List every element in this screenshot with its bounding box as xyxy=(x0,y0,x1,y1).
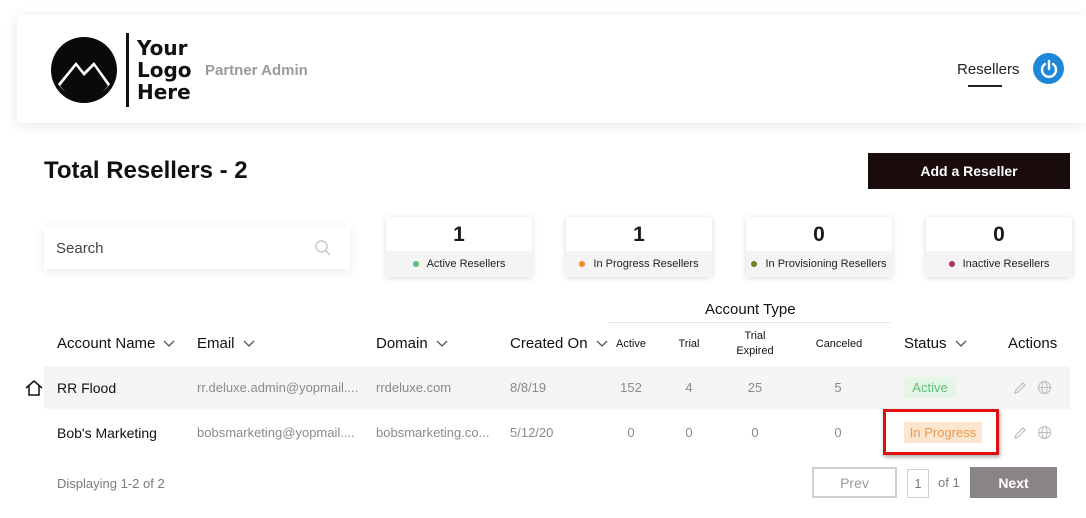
search-icon[interactable] xyxy=(314,239,332,257)
edit-icon[interactable] xyxy=(1013,426,1027,440)
cell-domain: bobsmarketing.co... xyxy=(376,425,490,440)
cell-trial-expired-count: 0 xyxy=(751,425,759,440)
stat-card-provisioning[interactable]: 0 In Provisioning Resellers xyxy=(746,217,892,277)
cell-active-count: 0 xyxy=(627,425,635,440)
column-header-canceled[interactable]: Canceled xyxy=(810,337,868,352)
page-count-label: of 1 xyxy=(938,475,960,490)
cell-trial-count: 0 xyxy=(685,425,693,440)
logo-line-1: Your xyxy=(137,36,188,60)
column-header-status[interactable]: Status xyxy=(904,335,967,352)
column-header-trial-expired[interactable]: Trial Expired xyxy=(730,329,780,359)
cell-created-on: 5/12/20 xyxy=(510,425,554,440)
chevron-down-icon xyxy=(243,340,254,347)
status-dot-orange xyxy=(579,261,586,267)
nav-active-indicator xyxy=(968,85,1002,87)
column-label: Account Name xyxy=(57,335,156,352)
globe-icon[interactable] xyxy=(1037,425,1052,440)
status-dot-olive xyxy=(751,261,758,267)
column-label: Created On xyxy=(510,335,588,352)
add-reseller-button[interactable]: Add a Reseller xyxy=(868,153,1070,189)
stat-label-row: In Progress Resellers xyxy=(566,251,712,277)
cell-email: rr.deluxe.admin@yopmail.... xyxy=(197,380,359,395)
stat-value: 0 xyxy=(993,223,1005,246)
mountain-logo-icon xyxy=(51,37,117,103)
stat-value: 1 xyxy=(633,223,645,246)
logo[interactable]: Your Logo Here xyxy=(50,33,192,107)
column-label: Domain xyxy=(376,335,428,352)
stat-label-row: Active Resellers xyxy=(386,251,532,277)
cell-canceled-count: 5 xyxy=(834,380,842,395)
power-icon xyxy=(1040,59,1057,78)
chevron-down-icon xyxy=(596,340,608,347)
stat-value: 1 xyxy=(453,223,465,246)
logo-divider xyxy=(126,33,129,107)
status-dot-red xyxy=(948,261,955,267)
column-label-line-1: Trial xyxy=(744,330,766,342)
stat-card-active[interactable]: 1 Active Resellers xyxy=(386,217,532,277)
edit-icon[interactable] xyxy=(1013,381,1027,395)
group-header-divider xyxy=(608,322,890,323)
cell-domain: rrdeluxe.com xyxy=(376,380,452,395)
column-label-line-2: Expired xyxy=(736,345,774,357)
page-number-input[interactable] xyxy=(907,469,929,498)
globe-icon[interactable] xyxy=(1037,380,1052,395)
cell-trial-expired-count: 25 xyxy=(747,380,763,395)
cell-active-count: 152 xyxy=(620,380,642,395)
cell-account-name[interactable]: RR Flood xyxy=(57,380,116,396)
column-label: Email xyxy=(197,335,235,352)
cell-created-on: 8/8/19 xyxy=(510,380,547,395)
next-page-button[interactable]: Next xyxy=(970,467,1057,498)
column-header-actions: Actions xyxy=(1008,335,1058,352)
column-header-active[interactable]: Active xyxy=(610,337,652,352)
column-header-account-name[interactable]: Account Name xyxy=(57,335,175,352)
column-header-created-on[interactable]: Created On xyxy=(510,335,608,352)
home-icon[interactable] xyxy=(24,379,44,397)
stat-label: Inactive Resellers xyxy=(962,258,1050,270)
column-header-domain[interactable]: Domain xyxy=(376,335,448,352)
status-badge: Active xyxy=(904,377,956,398)
cell-email: bobsmarketing@yopmail.... xyxy=(197,425,355,440)
logo-line-3: Here xyxy=(137,80,191,104)
logo-text: Your Logo Here xyxy=(137,37,192,103)
pagination-summary: Displaying 1-2 of 2 xyxy=(57,476,165,491)
top-header: Your Logo Here Partner Admin Resellers xyxy=(17,15,1086,123)
column-header-email[interactable]: Email xyxy=(197,335,255,352)
stat-card-in-progress[interactable]: 1 In Progress Resellers xyxy=(566,217,712,277)
chevron-down-icon xyxy=(955,340,966,347)
account-type-group-header: Account Type xyxy=(705,301,796,318)
chevron-down-icon xyxy=(436,340,448,347)
app-name: Partner Admin xyxy=(205,62,308,79)
stat-label: In Provisioning Resellers xyxy=(765,258,887,270)
column-label: Status xyxy=(904,335,947,352)
prev-page-button[interactable]: Prev xyxy=(812,467,897,498)
logout-button[interactable] xyxy=(1033,53,1064,84)
cell-account-name[interactable]: Bob's Marketing xyxy=(57,425,157,441)
stat-card-inactive[interactable]: 0 Inactive Resellers xyxy=(926,217,1072,277)
stat-label-row: Inactive Resellers xyxy=(926,251,1072,277)
nav-item-resellers[interactable]: Resellers xyxy=(957,61,1020,78)
page-title: Total Resellers - 2 xyxy=(44,157,248,184)
stat-label-row: In Provisioning Resellers xyxy=(746,251,892,277)
chevron-down-icon xyxy=(163,340,175,347)
stat-value: 0 xyxy=(813,223,825,246)
logo-line-2: Logo xyxy=(137,58,192,82)
cell-canceled-count: 0 xyxy=(834,425,842,440)
stat-label: Active Resellers xyxy=(426,258,506,270)
search-input[interactable] xyxy=(56,239,296,257)
status-dot-green xyxy=(412,261,419,267)
cell-trial-count: 4 xyxy=(685,380,693,395)
column-header-trial[interactable]: Trial xyxy=(669,337,709,352)
stat-label: In Progress Resellers xyxy=(593,258,699,270)
search-box[interactable] xyxy=(44,227,350,269)
highlight-annotation xyxy=(883,409,999,455)
